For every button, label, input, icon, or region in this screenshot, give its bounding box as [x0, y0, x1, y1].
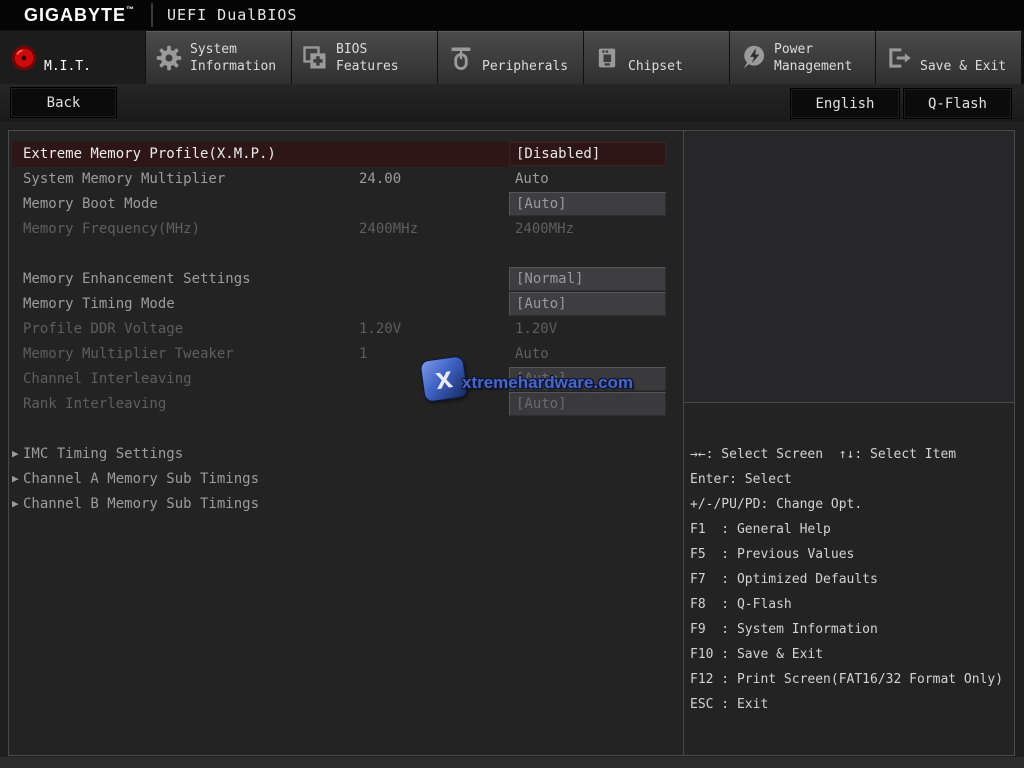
- expand-arrow-icon: ▶: [12, 447, 19, 460]
- value-box[interactable]: [Auto]: [509, 192, 666, 216]
- tab-bar: M.I.T. System Information BIOS Features: [0, 30, 1024, 84]
- setting-value: Auto: [515, 346, 549, 362]
- value-box: [Auto]: [509, 367, 666, 391]
- tab-save-exit-label: Save & Exit: [920, 40, 1006, 76]
- help-line: F10 : Save & Exit: [690, 647, 1014, 672]
- tab-mit[interactable]: M.I.T.: [0, 31, 145, 84]
- row-channel-a-sub-timings[interactable]: ▶ Channel A Memory Sub Timings: [9, 467, 681, 492]
- firmware-title: UEFI DualBIOS: [167, 6, 297, 24]
- tab-save-exit[interactable]: Save & Exit: [876, 31, 1021, 84]
- setting-value: [Auto]: [516, 396, 567, 412]
- tab-power-management-label: Power Management: [774, 40, 852, 76]
- setting-value: 2400MHz: [515, 221, 574, 237]
- setting-value: [Normal]: [516, 271, 583, 287]
- chip-icon: [593, 44, 621, 72]
- row-rank-interleaving: Rank Interleaving [Auto]: [9, 392, 681, 417]
- setting-label: Memory Boot Mode: [23, 196, 158, 212]
- value-box[interactable]: [Auto]: [509, 292, 666, 316]
- setting-value: [Disabled]: [516, 146, 600, 162]
- bottom-strip: [0, 757, 1024, 768]
- help-line: F7 : Optimized Defaults: [690, 572, 1014, 597]
- setting-value: 1.20V: [515, 321, 557, 337]
- setting-value: [Auto]: [516, 371, 567, 387]
- toolbar: Back English Q-Flash: [0, 84, 1024, 122]
- setting-label: Memory Frequency(MHz): [23, 221, 200, 237]
- help-line: F8 : Q-Flash: [690, 597, 1014, 622]
- value-box: [Auto]: [509, 392, 666, 416]
- back-button[interactable]: Back: [10, 87, 117, 118]
- header-divider: [151, 3, 153, 27]
- setting-label: Profile DDR Voltage: [23, 321, 183, 337]
- settings-panel: Extreme Memory Profile(X.M.P.) [Disabled…: [8, 130, 1015, 756]
- hotkey-help-panel: →←: Select Screen ↑↓: Select Item Enter:…: [684, 404, 1014, 755]
- setting-label: IMC Timing Settings: [23, 446, 183, 462]
- tab-system-information-label: System Information: [190, 40, 276, 76]
- item-help-box: [684, 131, 1014, 403]
- tab-peripherals-label: Peripherals: [482, 40, 568, 76]
- row-channel-b-sub-timings[interactable]: ▶ Channel B Memory Sub Timings: [9, 492, 681, 517]
- row-profile-ddr-voltage: Profile DDR Voltage 1.20V 1.20V: [9, 317, 681, 342]
- help-line: ESC : Exit: [690, 697, 1014, 722]
- value-box[interactable]: [Normal]: [509, 267, 666, 291]
- row-memory-frequency: Memory Frequency(MHz) 2400MHz 2400MHz: [9, 217, 681, 242]
- setting-value: [Auto]: [516, 296, 567, 312]
- tab-mit-label: M.I.T.: [44, 40, 91, 76]
- help-line: →←: Select Screen ↑↓: Select Item: [690, 447, 1014, 472]
- tab-peripherals[interactable]: Peripherals: [438, 31, 583, 84]
- exit-arrow-icon: [885, 44, 913, 72]
- language-button[interactable]: English: [790, 88, 900, 119]
- tab-chipset-label: Chipset: [628, 40, 683, 76]
- help-line: F1 : General Help: [690, 522, 1014, 547]
- qflash-button[interactable]: Q-Flash: [903, 88, 1012, 119]
- setting-label: Channel A Memory Sub Timings: [23, 471, 259, 487]
- setting-label: Extreme Memory Profile(X.M.P.): [23, 146, 276, 162]
- row-imc-timing-settings[interactable]: ▶ IMC Timing Settings: [9, 442, 681, 467]
- setting-value: Auto: [515, 171, 549, 187]
- setting-value: [Auto]: [516, 196, 567, 212]
- help-line: F5 : Previous Values: [690, 547, 1014, 572]
- row-memory-multiplier-tweaker: Memory Multiplier Tweaker 1 Auto: [9, 342, 681, 367]
- setting-current: 1: [359, 346, 367, 362]
- mit-red-indicator-icon: [11, 45, 37, 71]
- gear-icon: [155, 44, 183, 72]
- help-line: Enter: Select: [690, 472, 1014, 497]
- mouse-icon: [447, 44, 475, 72]
- help-line: +/-/PU/PD: Change Opt.: [690, 497, 1014, 522]
- setting-label: Rank Interleaving: [23, 396, 166, 412]
- power-bolt-icon: [739, 44, 767, 72]
- gigabyte-logo: GIGABYTE™: [24, 5, 135, 26]
- setting-label: Memory Multiplier Tweaker: [23, 346, 234, 362]
- setting-label: Channel B Memory Sub Timings: [23, 496, 259, 512]
- tab-bios-features-label: BIOS Features: [336, 40, 399, 76]
- setting-current: 2400MHz: [359, 221, 418, 237]
- tab-power-management[interactable]: Power Management: [730, 31, 875, 84]
- row-memory-boot-mode[interactable]: Memory Boot Mode [Auto]: [9, 192, 681, 217]
- help-line: F12 : Print Screen(FAT16/32 Format Only): [690, 672, 1014, 697]
- row-memory-timing-mode[interactable]: Memory Timing Mode [Auto]: [9, 292, 681, 317]
- expand-arrow-icon: ▶: [12, 472, 19, 485]
- setting-label: System Memory Multiplier: [23, 171, 225, 187]
- setting-label: Memory Enhancement Settings: [23, 271, 251, 287]
- setting-current: 1.20V: [359, 321, 401, 337]
- trademark-symbol: ™: [126, 5, 135, 14]
- tab-bios-features[interactable]: BIOS Features: [292, 31, 437, 84]
- tab-chipset[interactable]: Chipset: [584, 31, 729, 84]
- setting-current: 24.00: [359, 171, 401, 187]
- title-bar: GIGABYTE™ UEFI DualBIOS: [0, 0, 1024, 30]
- setting-label: Channel Interleaving: [23, 371, 192, 387]
- row-system-memory-multiplier[interactable]: System Memory Multiplier 24.00 Auto: [9, 167, 681, 192]
- row-xmp[interactable]: Extreme Memory Profile(X.M.P.) [Disabled…: [9, 142, 681, 167]
- value-box[interactable]: [Disabled]: [509, 142, 666, 166]
- setting-label: Memory Timing Mode: [23, 296, 175, 312]
- tab-system-information[interactable]: System Information: [146, 31, 291, 84]
- help-line: F9 : System Information: [690, 622, 1014, 647]
- bios-folder-icon: [301, 44, 329, 72]
- row-channel-interleaving: Channel Interleaving [Auto]: [9, 367, 681, 392]
- row-memory-enhancement[interactable]: Memory Enhancement Settings [Normal]: [9, 267, 681, 292]
- expand-arrow-icon: ▶: [12, 497, 19, 510]
